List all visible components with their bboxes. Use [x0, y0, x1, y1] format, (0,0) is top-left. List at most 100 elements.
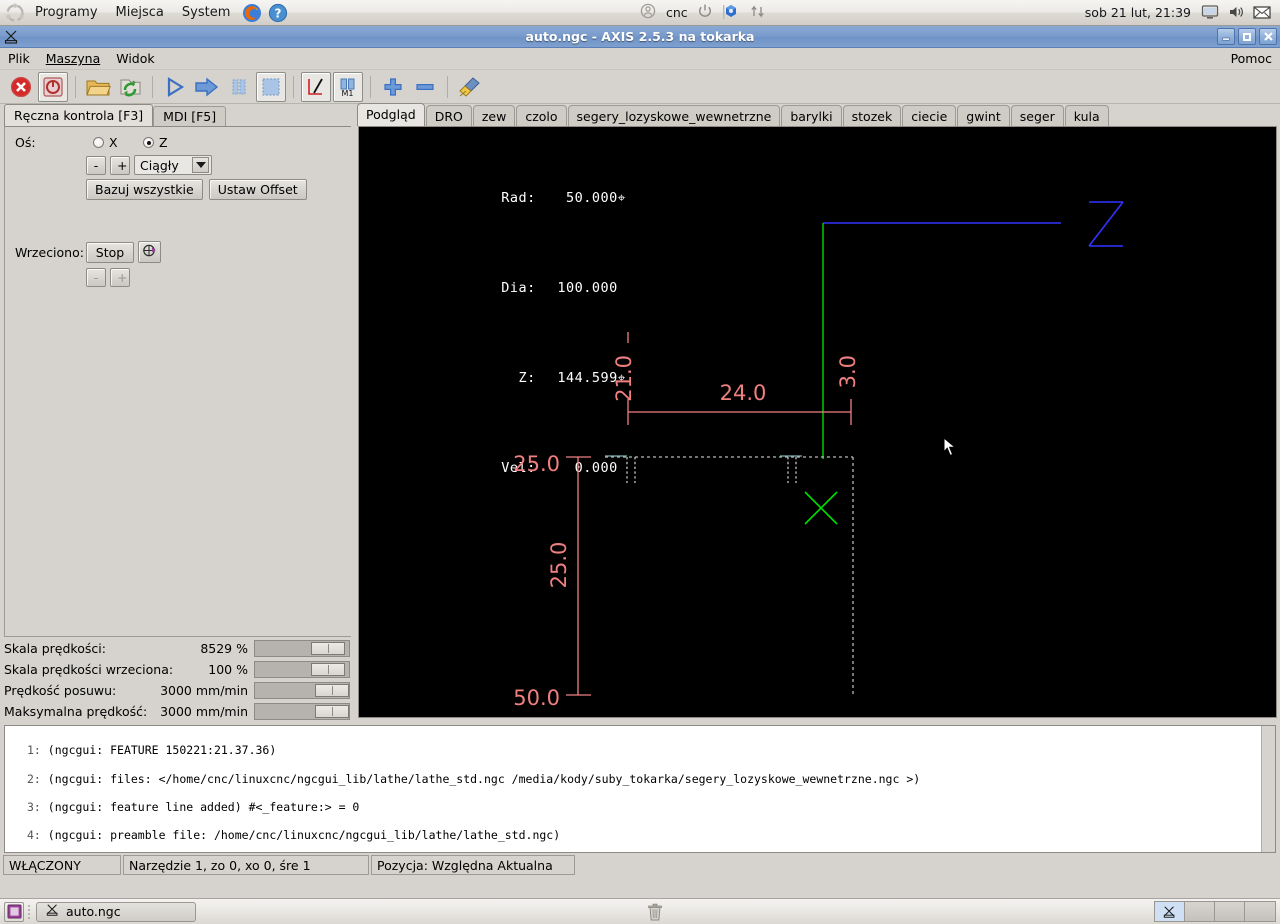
spindle-plus-button[interactable]: +: [110, 268, 130, 287]
dim-24-label: 24.0: [720, 381, 767, 405]
menu-maszyna[interactable]: Maszyna: [38, 49, 109, 68]
network-icon[interactable]: [748, 2, 770, 24]
left-notebook-tabs: Ręczna kontrola [F3] MDI [F5]: [0, 104, 355, 127]
spindle-stop-button[interactable]: Stop: [86, 241, 134, 263]
zoom-out-button[interactable]: [410, 72, 440, 102]
spindle-minus-button[interactable]: -: [86, 268, 106, 287]
dim-25-top-label: 25.0: [513, 452, 560, 476]
tab-stozek[interactable]: stozek: [842, 105, 902, 127]
machine-power-button[interactable]: [38, 71, 68, 102]
tab-czolo[interactable]: czolo: [516, 105, 567, 127]
zoom-in-button[interactable]: [378, 72, 408, 102]
tab-kula[interactable]: kula: [1064, 105, 1109, 127]
firefox-icon[interactable]: [241, 2, 263, 24]
spindle-override-value: 100 %: [208, 662, 248, 677]
svg-text:?: ?: [275, 6, 282, 20]
menu-plik[interactable]: Plik: [0, 49, 38, 68]
optional-stop-button[interactable]: M1: [333, 71, 363, 102]
tab-gwint[interactable]: gwint: [957, 105, 1010, 127]
workspace-1[interactable]: [1155, 902, 1185, 921]
preview-notebook-tabs: Podgląd DRO zew czolo segery_lozyskowe_w…: [355, 103, 1280, 127]
maximize-button[interactable]: [1238, 28, 1256, 45]
ubuntu-logo-icon[interactable]: [4, 2, 26, 24]
tab-manual-control[interactable]: Ręczna kontrola [F3]: [4, 104, 154, 126]
panel-username[interactable]: cnc: [666, 5, 688, 20]
panel-menu-programy[interactable]: Programy: [26, 2, 107, 24]
tab-ciecie[interactable]: ciecie: [902, 105, 957, 127]
tab-mdi[interactable]: MDI [F5]: [153, 106, 227, 127]
tab-segery-lozyskowe-wewnetrzne[interactable]: segery_lozyskowe_wewnetrzne: [567, 105, 781, 127]
display-icon[interactable]: [1200, 2, 1222, 24]
pause-program-button[interactable]: [224, 72, 254, 102]
gcode-line: 3: (ngcgui: feature line added) #<_featu…: [27, 800, 360, 815]
left-pane-scrollbar[interactable]: [350, 127, 354, 636]
axis-label: Oś:: [15, 135, 36, 150]
update-manager-icon[interactable]: [722, 2, 744, 24]
tab-seger[interactable]: seger: [1010, 105, 1064, 127]
dim-3-label: 3.0: [836, 355, 860, 388]
radio-axis-x-label: X: [109, 135, 118, 150]
workpiece-outline: [605, 456, 854, 695]
radio-axis-x[interactable]: [93, 137, 104, 148]
reload-file-button[interactable]: [115, 72, 145, 102]
jog-plus-button[interactable]: +: [110, 155, 130, 175]
radio-axis-z[interactable]: [143, 137, 154, 148]
help-icon[interactable]: ?: [267, 2, 289, 24]
radio-axis-z-label: Z: [159, 135, 168, 150]
menu-widok[interactable]: Widok: [108, 49, 162, 68]
desktop-taskbar: auto.ngc: [0, 898, 1280, 924]
set-offset-button[interactable]: Ustaw Offset: [208, 179, 307, 200]
jog-minus-button[interactable]: -: [86, 155, 106, 175]
tab-dro[interactable]: DRO: [425, 105, 472, 127]
jog-speed-value: 3000 mm/min: [160, 683, 248, 698]
panel-clock[interactable]: sob 21 lut, 21:39: [1078, 5, 1198, 20]
clear-plot-button[interactable]: [455, 72, 485, 102]
spindle-direction-icon[interactable]: [138, 241, 161, 263]
volume-icon[interactable]: [1226, 2, 1248, 24]
tab-barylki[interactable]: barylki: [781, 105, 842, 127]
workspace-3[interactable]: [1215, 902, 1245, 921]
max-velocity-slider[interactable]: [254, 703, 350, 720]
slider-row: Prędkość posuwu: 3000 mm/min: [0, 680, 355, 701]
trash-icon[interactable]: [644, 901, 666, 923]
estop-toggle-button[interactable]: [6, 72, 36, 102]
workspace-4[interactable]: [1245, 902, 1275, 921]
main-area: Ręczna kontrola [F3] MDI [F5] Oś: X Z - …: [0, 103, 1280, 722]
axis-main-window: auto.ngc - AXIS 2.5.3 na tokarka Plik Ma…: [0, 26, 1280, 898]
jog-mode-combo[interactable]: Ciągły: [134, 155, 212, 175]
stop-program-button[interactable]: [256, 71, 286, 102]
jog-speed-slider[interactable]: [254, 682, 350, 699]
workspace-switcher[interactable]: [1154, 901, 1276, 922]
step-program-button[interactable]: [192, 72, 222, 102]
open-file-button[interactable]: [83, 72, 113, 102]
tab-zew[interactable]: zew: [472, 105, 516, 127]
home-all-button[interactable]: Bazuj wszystkie: [86, 179, 203, 200]
taskbar-window-button[interactable]: auto.ngc: [36, 901, 196, 922]
slider-row: Maksymalna prędkość: 3000 mm/min: [0, 701, 355, 722]
toggle-skip-lines-button[interactable]: [301, 71, 331, 102]
minimize-button[interactable]: [1217, 28, 1235, 45]
gcode-scrollbar[interactable]: [1261, 726, 1275, 852]
status-machine-state: WŁĄCZONY: [3, 855, 121, 875]
user-icon[interactable]: [639, 2, 661, 24]
gcode-text-view[interactable]: 1: (ngcgui: FEATURE 150221:21.37.36) 2: …: [4, 725, 1276, 853]
max-velocity-label: Maksymalna prędkość:: [4, 704, 148, 719]
gcode-line: 1: (ngcgui: FEATURE 150221:21.37.36): [27, 743, 277, 758]
show-desktop-icon[interactable]: [4, 901, 24, 922]
panel-menu-miejsca[interactable]: Miejsca: [107, 2, 173, 24]
workspace-2[interactable]: [1185, 902, 1215, 921]
gcode-line: 2: (ngcgui: files: </home/cnc/linuxcnc/n…: [27, 771, 921, 786]
gcode-preview-canvas[interactable]: Rad: 50.000⌖ Dia: 100.000 Z: 144.599⌖ Vel: 0…: [358, 126, 1277, 718]
power-icon[interactable]: [696, 2, 718, 24]
menu-pomoc[interactable]: Pomoc: [1231, 51, 1272, 66]
run-program-button[interactable]: [160, 72, 190, 102]
window-titlebar[interactable]: auto.ngc - AXIS 2.5.3 na tokarka: [0, 26, 1280, 48]
spindle-override-slider[interactable]: [254, 661, 350, 678]
feed-override-slider[interactable]: [254, 640, 350, 657]
panel-menu-system[interactable]: System: [173, 2, 239, 24]
taskbar-grip[interactable]: [27, 903, 33, 921]
mail-icon[interactable]: [1252, 2, 1274, 24]
close-button[interactable]: [1259, 28, 1277, 45]
chevron-down-icon[interactable]: [192, 157, 209, 173]
tab-podglad[interactable]: Podgląd: [357, 103, 425, 126]
